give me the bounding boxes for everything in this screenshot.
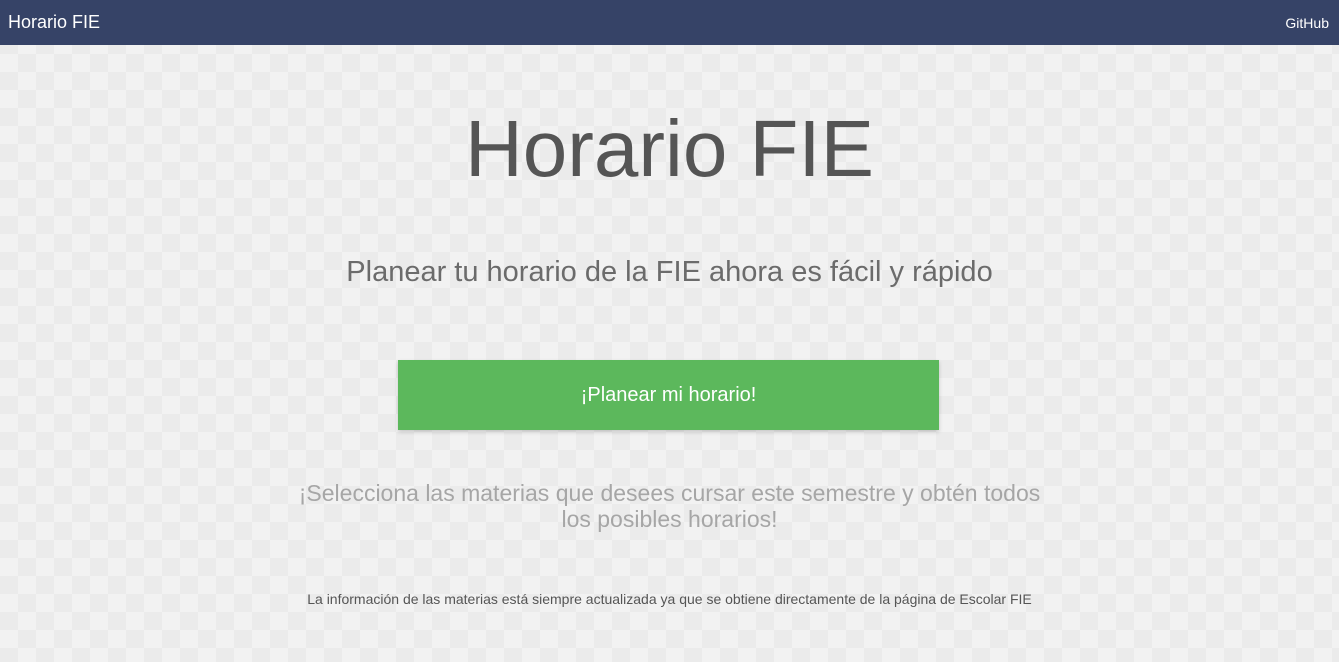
footnote-text: La información de las materias está siem… [307,591,1032,607]
brand-link[interactable]: Horario FIE [8,12,100,33]
plan-schedule-button[interactable]: ¡Planear mi horario! [398,360,939,430]
hero-description: ¡Selecciona las materias que desees curs… [298,480,1041,532]
hero-subtitle: Planear tu horario de la FIE ahora es fá… [346,256,993,288]
top-navbar: Horario FIE GitHub [0,0,1339,45]
github-link[interactable]: GitHub [1285,15,1329,31]
hero-title: Horario FIE [465,104,874,193]
